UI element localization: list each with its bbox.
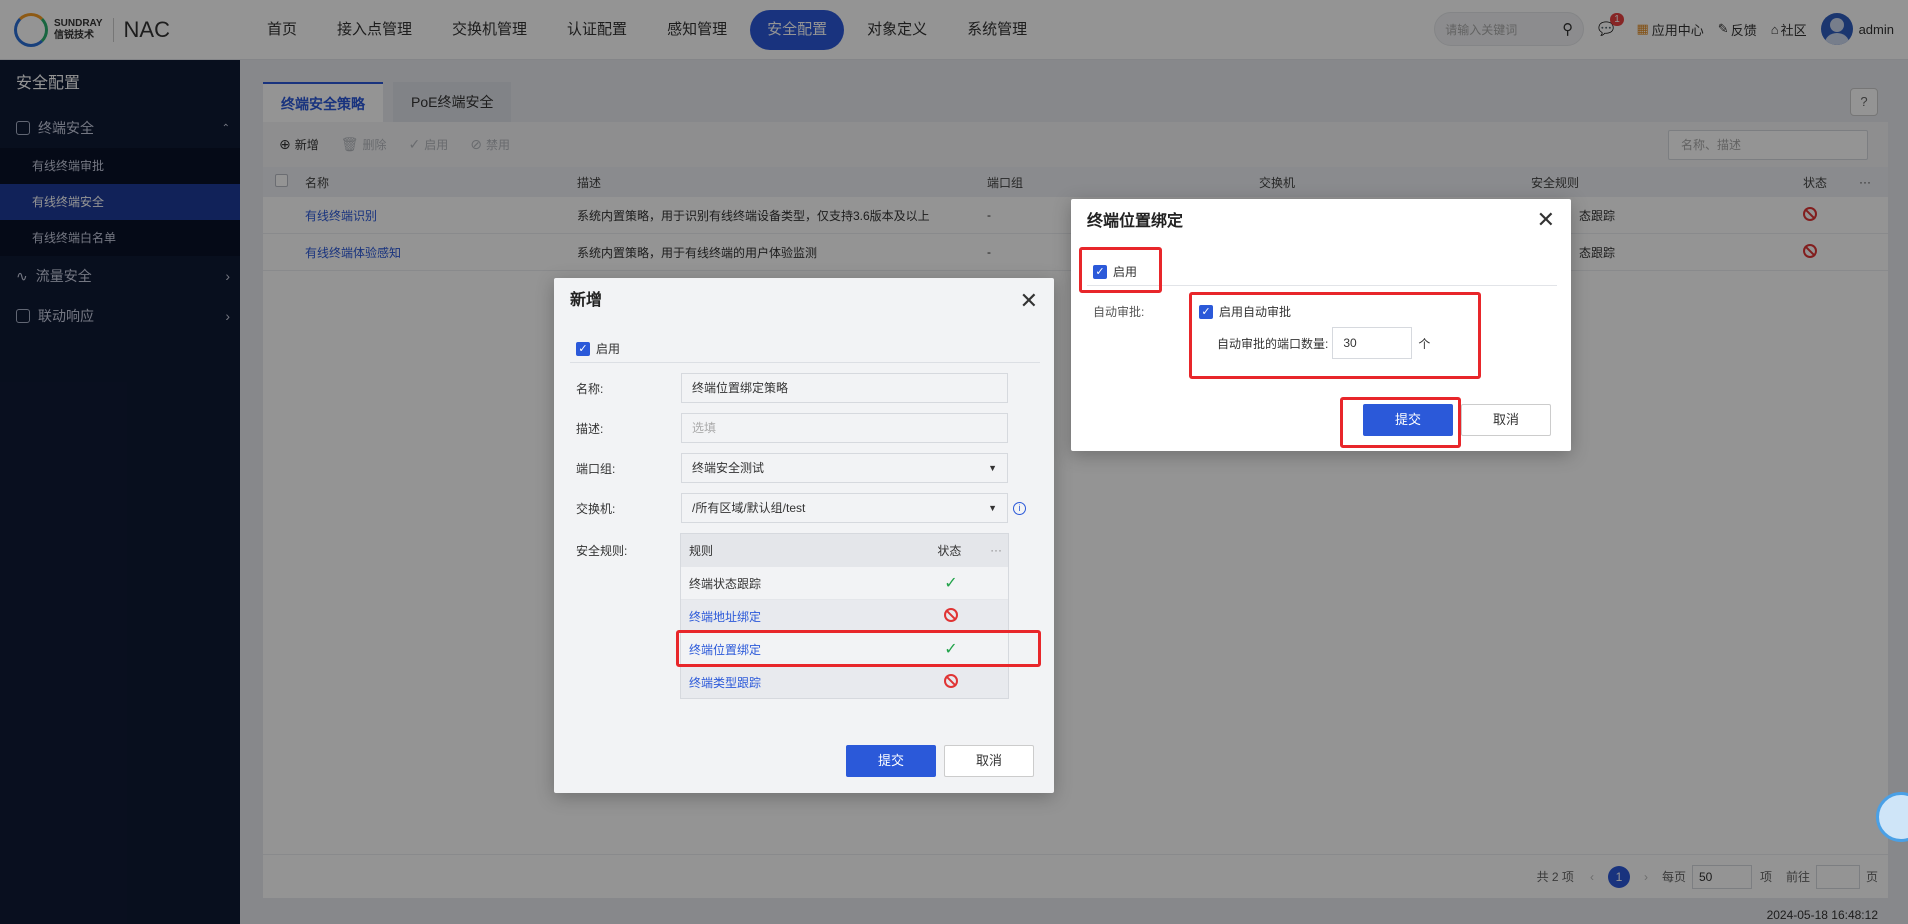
rule-name-link[interactable]: 终端地址绑定 [681,608,916,625]
cancel-button[interactable]: 取消 [944,745,1034,777]
highlight-rule-row [676,630,1041,667]
port-group-value: 终端安全测试 [692,461,765,475]
rule-row: 终端类型跟踪 [681,665,1008,698]
caret-down-icon: ▼ [988,463,997,473]
highlight-auto-approve [1189,292,1481,379]
rules-col-status: 状态 [937,543,962,558]
rules-header: 规则 状态 ··· [681,534,1008,566]
name-input[interactable]: 终端位置绑定策略 [681,373,1008,403]
rule-row: 终端地址绑定 [681,599,1008,632]
close-icon[interactable]: ✕ [1020,288,1038,314]
forbid-icon[interactable] [944,673,958,688]
dialog-title: 终端位置绑定 [1087,213,1184,230]
rule-row: 终端状态跟踪 ✓ [681,566,1008,599]
rules-col-rule: 规则 [689,543,714,558]
highlight-submit [1340,397,1461,448]
switch-label: 交换机: [576,501,616,516]
switch-value: /所有区域/默认组/test [692,501,806,515]
port-group-label: 端口组: [576,461,616,476]
caret-down-icon: ▼ [988,503,997,513]
enable-label: 启用 [596,342,621,356]
divider [570,362,1040,363]
add-policy-dialog: 新增 ✕ ✓ 启用 名称: 终端位置绑定策略 描述: 选填 端口组: 终端安全测… [554,278,1054,793]
auto-approve-label: 自动审批: [1093,305,1145,319]
rule-name: 终端状态跟踪 [689,576,762,591]
rules-table: 规则 状态 ··· 终端状态跟踪 ✓ 终端地址绑定 终端位置绑定 ✓ 终端类型跟… [680,533,1009,699]
enable-checkbox-row[interactable]: ✓ 启用 [576,340,620,357]
desc-input[interactable]: 选填 [681,413,1008,443]
enable-checkbox[interactable]: ✓ [576,341,590,356]
switch-select[interactable]: /所有区域/默认组/test ▼ [681,493,1008,523]
info-icon[interactable]: i [1013,501,1026,515]
submit-button[interactable]: 提交 [846,745,936,777]
highlight-enable [1079,247,1162,293]
rules-more-icon[interactable]: ··· [984,543,1008,557]
check-icon[interactable]: ✓ [944,575,957,592]
name-label: 名称: [576,381,604,396]
port-group-select[interactable]: 终端安全测试 ▼ [681,453,1008,483]
dialog-title: 新增 [570,292,603,309]
bind-cancel-button[interactable]: 取消 [1461,404,1551,436]
rules-label: 安全规则: [576,544,628,558]
close-icon[interactable]: ✕ [1537,207,1555,233]
desc-label: 描述: [576,421,604,436]
forbid-icon[interactable] [944,607,958,622]
rule-name-link[interactable]: 终端类型跟踪 [681,674,916,691]
